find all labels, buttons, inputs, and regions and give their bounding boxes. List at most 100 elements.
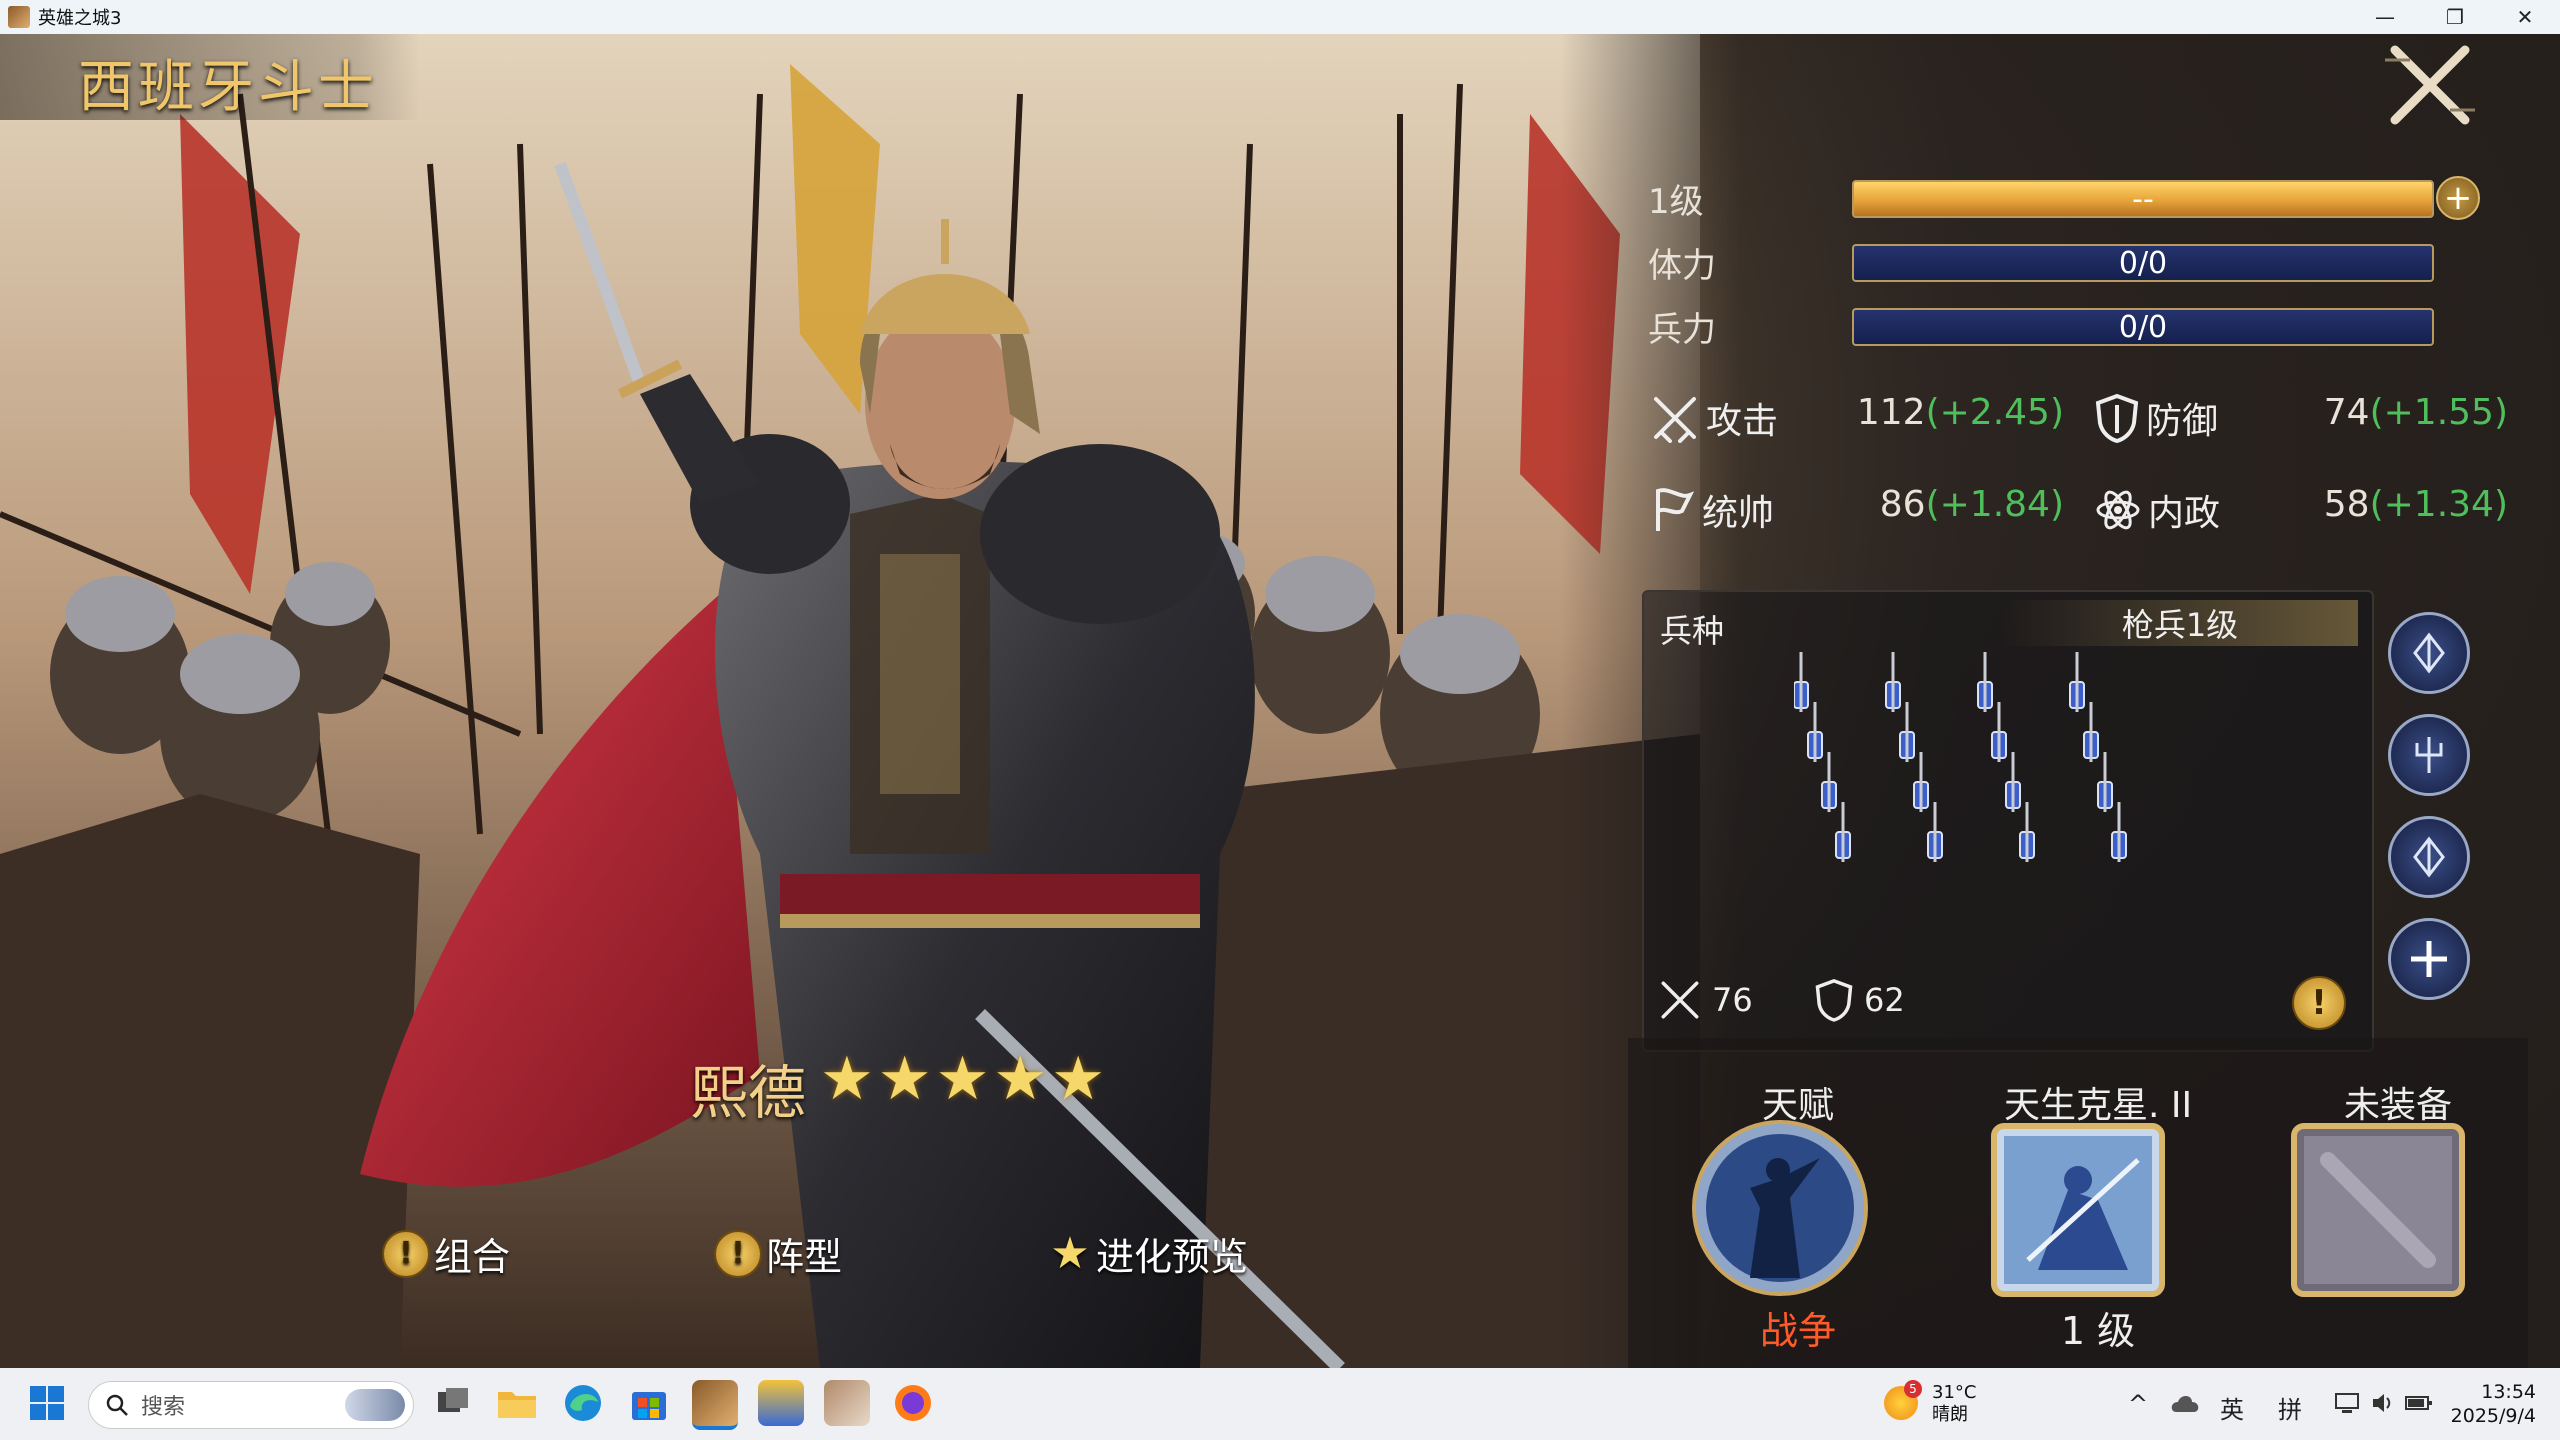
nemesis-skill-icon[interactable] (1988, 1120, 2168, 1300)
hero-artwork (0, 34, 1700, 1368)
cloud-icon[interactable] (2170, 1390, 2200, 1416)
attribute-attack: 攻击 (1650, 392, 1778, 444)
command-base: 86 (1879, 484, 1926, 525)
app-icon-2[interactable] (758, 1380, 804, 1426)
stamina-value: 0/0 (2118, 245, 2168, 281)
weather-description: 晴朗 (1932, 1404, 1968, 1425)
microsoft-store-icon[interactable] (626, 1380, 672, 1426)
crossed-swords-icon (1654, 397, 1696, 443)
troop-panel[interactable]: 兵种 枪兵1级 76 62 ! (1642, 590, 2374, 1052)
level-up-plus-icon[interactable]: + (2436, 176, 2480, 220)
empty-equipment-slot-icon[interactable] (2288, 1120, 2468, 1300)
troops-label: 兵力 (1648, 310, 1716, 350)
defense-value: 74(+1.55) (2300, 392, 2508, 433)
edge-browser-icon[interactable] (560, 1380, 606, 1426)
taskbar: 搜索 5 31°C 晴朗 ^ 英 拼 13:54 2025/9/4 (0, 1368, 2560, 1440)
troops-bar: 0/0 (1852, 308, 2434, 346)
stamina-label: 体力 (1648, 246, 1716, 286)
app-icon-3[interactable] (824, 1380, 870, 1426)
command-bonus: (+1.84) (1925, 484, 2064, 525)
troop-formation-icon (1794, 652, 2128, 864)
star-icon: ★ (1050, 1228, 1090, 1279)
window-titlebar: 英雄之城3 — ❐ ✕ (0, 0, 2560, 34)
politics-bonus: (+1.34) (2369, 484, 2508, 525)
talent-war-icon[interactable] (1690, 1118, 1870, 1298)
clock-date: 2025/9/4 (2450, 1405, 2536, 1427)
game-app-icon[interactable] (692, 1380, 738, 1430)
troop-attack-icon (1661, 981, 1699, 1019)
skills-panel: 天赋 战争 天生克星. II 1 级 未装备 (1628, 1038, 2528, 1368)
network-icon[interactable] (2334, 1390, 2364, 1416)
combination-button[interactable]: ! 组合 (382, 1226, 510, 1281)
level-bar-text: -- (2132, 181, 2154, 217)
formation-label: 阵型 (766, 1235, 843, 1279)
clock-time: 13:54 (2481, 1381, 2536, 1403)
taskbar-clock[interactable]: 13:54 2025/9/4 (2440, 1380, 2536, 1428)
chevron-up-icon[interactable]: ^ (2128, 1390, 2148, 1418)
star-icon: ★ (1051, 1044, 1105, 1114)
firefox-icon[interactable] (890, 1380, 936, 1426)
exclamation-icon: ! (382, 1229, 430, 1278)
politics-value: 58(+1.34) (2300, 484, 2508, 525)
command-label: 统帅 (1702, 493, 1775, 534)
restore-button[interactable]: ❐ (2420, 0, 2490, 34)
formation-arrow-icon-1[interactable] (2388, 612, 2470, 694)
attack-label: 攻击 (1706, 401, 1779, 442)
troop-type-label: 兵种 (1660, 612, 1725, 650)
troop-attack: 76 (1658, 978, 1753, 1022)
windows-start-icon[interactable] (24, 1380, 70, 1426)
unit-name-banner: 西班牙斗士 (0, 34, 420, 120)
game-viewport: 西班牙斗士 1级 -- + 体力 0/0 兵力 0/0 攻击 112(+2.45… (0, 34, 2560, 1368)
combination-label: 组合 (434, 1235, 511, 1279)
search-highlight-image (345, 1389, 405, 1421)
file-explorer-icon[interactable] (494, 1380, 540, 1426)
search-icon (106, 1394, 128, 1416)
politics-label: 内政 (2148, 493, 2221, 534)
level-label: 1级 (1648, 182, 1704, 222)
taskbar-search[interactable]: 搜索 (88, 1381, 414, 1429)
defense-base: 74 (2323, 392, 2370, 433)
troop-warning-icon[interactable]: ! (2292, 976, 2346, 1030)
battery-icon[interactable] (2404, 1390, 2434, 1416)
defense-label: 防御 (2146, 401, 2219, 442)
attribute-command: 统帅 (1650, 484, 1774, 536)
window-title: 英雄之城3 (38, 8, 122, 29)
exclamation-icon: ! (714, 1229, 762, 1278)
app-icon (8, 6, 30, 28)
formation-button[interactable]: ! 阵型 (714, 1226, 842, 1281)
task-view-icon[interactable] (430, 1380, 476, 1426)
command-value: 86(+1.84) (1850, 484, 2064, 525)
minimize-button[interactable]: — (2350, 0, 2420, 34)
evolution-preview-button[interactable]: ★ 进化预览 (1048, 1226, 1248, 1281)
star-icon: ★ (993, 1044, 1048, 1114)
troop-tier: 枪兵1级 (2002, 600, 2358, 646)
star-icon: ★ (935, 1044, 990, 1114)
troop-defense-value: 62 (1864, 981, 1905, 1019)
unit-name: 西班牙斗士 (78, 55, 378, 120)
weather-badge: 5 (1904, 1380, 1922, 1398)
attack-value: 112(+2.45) (1850, 392, 2064, 433)
skill-nemesis-level: 1 级 (2060, 1309, 2136, 1353)
shield-icon (2095, 393, 2139, 443)
weather-widget[interactable]: 31°C 晴朗 (1932, 1382, 1976, 1426)
banner-icon (1656, 488, 1695, 531)
ime-mode[interactable]: 拼 (2278, 1390, 2302, 1425)
weather-sun-icon[interactable]: 5 (1884, 1380, 1922, 1420)
talent-subtitle: 战争 (1759, 1309, 1836, 1353)
evolution-preview-label: 进化预览 (1096, 1235, 1249, 1279)
search-placeholder: 搜索 (141, 1395, 186, 1420)
attribute-defense: 防御 (2094, 392, 2218, 444)
add-formation-plus-icon[interactable] (2388, 918, 2470, 1000)
troop-tier-text: 枪兵1级 (2121, 606, 2239, 644)
formation-trident-icon[interactable] (2388, 714, 2470, 796)
volume-icon[interactable] (2370, 1390, 2396, 1416)
troop-defense: 62 (1814, 978, 1905, 1022)
atom-icon (2096, 490, 2140, 530)
hero-star-rating: ★ ★ ★ ★ ★ (820, 1044, 1105, 1114)
ime-language[interactable]: 英 (2220, 1390, 2244, 1425)
close-window-button[interactable]: ✕ (2490, 0, 2560, 34)
stamina-bar: 0/0 (1852, 244, 2434, 282)
formation-arrow-icon-2[interactable] (2388, 816, 2470, 898)
close-panel-icon[interactable] (2380, 40, 2480, 130)
politics-base: 58 (2323, 484, 2370, 525)
